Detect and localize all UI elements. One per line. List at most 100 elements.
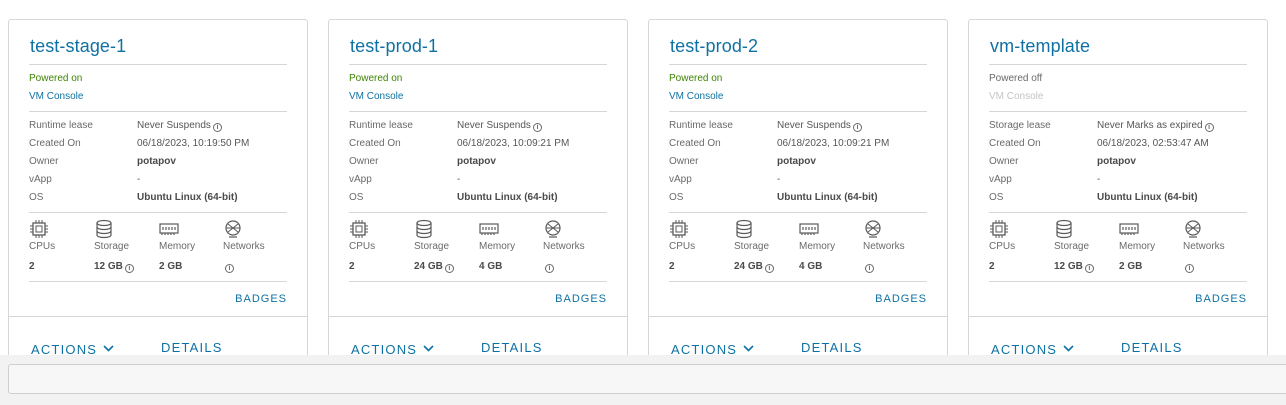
memory-resource: Memory 2 GB <box>159 219 229 272</box>
info-icon[interactable]: i <box>212 123 222 132</box>
os-value: Ubuntu Linux (64-bit) <box>137 192 238 203</box>
lease-value: Never Marks as expired i <box>1097 120 1214 132</box>
power-status: Powered off <box>989 73 1043 84</box>
lease-value: Never Suspends i <box>457 120 542 132</box>
memory-label: Memory <box>159 241 196 252</box>
badges-button[interactable]: BADGES <box>555 293 607 305</box>
memory-value: 4 GB <box>479 261 503 272</box>
vm-name-link[interactable]: vm-template <box>990 36 1090 57</box>
bottom-panel-bar[interactable] <box>8 364 1286 394</box>
cpus-label: CPUs <box>349 241 376 252</box>
badges-button[interactable]: BADGES <box>1195 293 1247 305</box>
info-icon[interactable]: i <box>1204 123 1214 132</box>
storage-label: Storage <box>94 241 130 252</box>
cpus-label: CPUs <box>29 241 56 252</box>
info-icon[interactable]: i <box>764 264 774 273</box>
info-icon[interactable]: i <box>1185 264 1194 273</box>
info-icon[interactable]: i <box>124 264 134 273</box>
database-icon <box>736 219 752 239</box>
vm-name-link[interactable]: test-prod-2 <box>670 36 758 57</box>
owner-label: Owner <box>989 156 1019 167</box>
memory-label: Memory <box>479 241 516 252</box>
info-icon[interactable]: i <box>225 264 234 273</box>
storage-label: Storage <box>734 241 770 252</box>
divider <box>29 281 287 282</box>
actions-dropdown[interactable]: ACTIONS <box>31 340 114 355</box>
vm-console-link[interactable]: VM Console <box>669 91 723 102</box>
chevron-down-icon <box>743 340 754 355</box>
networks-label: Networks <box>223 241 265 252</box>
lease-value: Never Suspends i <box>777 120 862 132</box>
storage-resource: Storage 24 GB i <box>734 219 804 273</box>
owner-label: Owner <box>669 156 699 167</box>
storage-resource: Storage 24 GB i <box>414 219 484 273</box>
divider <box>669 281 927 282</box>
memory-resource: Memory 2 GB <box>1119 219 1189 272</box>
vapp-value: - <box>137 174 141 185</box>
vm-console-link[interactable]: VM Console <box>29 91 83 102</box>
memory-resource: Memory 4 GB <box>479 219 549 272</box>
os-label: OS <box>669 192 684 203</box>
cpus-label: CPUs <box>989 241 1016 252</box>
networks-resource: Networks i <box>1183 219 1253 273</box>
info-icon[interactable]: i <box>852 123 862 132</box>
owner-value: potapov <box>777 156 816 167</box>
vapp-label: vApp <box>29 174 52 185</box>
networks-value: i <box>223 261 234 273</box>
vm-card: vm-template Powered off VM Console Stora… <box>968 19 1268 355</box>
divider <box>29 111 287 112</box>
created-on-label: Created On <box>669 138 721 149</box>
owner-label: Owner <box>349 156 379 167</box>
badges-button[interactable]: BADGES <box>875 293 927 305</box>
actions-label: ACTIONS <box>991 342 1058 355</box>
divider <box>989 281 1247 282</box>
details-button[interactable]: DETAILS <box>481 340 543 355</box>
networks-label: Networks <box>543 241 585 252</box>
created-on-value: 06/18/2023, 02:53:47 AM <box>1097 138 1209 149</box>
actions-dropdown[interactable]: ACTIONS <box>991 340 1074 355</box>
memory-resource: Memory 4 GB <box>799 219 869 272</box>
info-icon[interactable]: i <box>865 264 874 273</box>
lease-label: Runtime lease <box>669 120 733 131</box>
chevron-down-icon <box>103 340 114 355</box>
power-status: Powered on <box>349 73 403 84</box>
divider <box>29 212 287 213</box>
memory-icon <box>479 223 499 235</box>
memory-value: 4 GB <box>799 261 823 272</box>
cpu-icon <box>670 220 688 238</box>
details-button[interactable]: DETAILS <box>161 340 223 355</box>
details-button[interactable]: DETAILS <box>1121 340 1183 355</box>
vapp-value: - <box>1097 174 1101 185</box>
owner-value: potapov <box>457 156 496 167</box>
info-icon[interactable]: i <box>444 264 454 273</box>
created-on-value: 06/18/2023, 10:09:21 PM <box>777 138 890 149</box>
cpus-value: 2 <box>669 261 675 272</box>
storage-value: 12 GB i <box>94 261 134 273</box>
info-icon[interactable]: i <box>545 264 554 273</box>
storage-value: 24 GB i <box>734 261 774 273</box>
networks-resource: Networks i <box>223 219 293 273</box>
divider <box>29 64 287 65</box>
vapp-label: vApp <box>669 174 692 185</box>
network-icon <box>865 220 881 238</box>
vm-name-link[interactable]: test-prod-1 <box>350 36 438 57</box>
cpus-value: 2 <box>989 261 995 272</box>
info-icon[interactable]: i <box>1084 264 1094 273</box>
actions-dropdown[interactable]: ACTIONS <box>671 340 754 355</box>
owner-label: Owner <box>29 156 59 167</box>
actions-dropdown[interactable]: ACTIONS <box>351 340 434 355</box>
badges-button[interactable]: BADGES <box>235 293 287 305</box>
memory-label: Memory <box>799 241 836 252</box>
divider <box>669 212 927 213</box>
vm-console-link[interactable]: VM Console <box>349 91 403 102</box>
storage-resource: Storage 12 GB i <box>94 219 164 273</box>
vm-name-link[interactable]: test-stage-1 <box>30 36 126 57</box>
details-button[interactable]: DETAILS <box>801 340 863 355</box>
cpus-resource: CPUs 2 <box>989 219 1059 272</box>
card-footer-divider <box>9 316 307 317</box>
memory-icon <box>799 223 819 235</box>
storage-resource: Storage 12 GB i <box>1054 219 1124 273</box>
divider <box>349 111 607 112</box>
card-footer-divider <box>969 316 1267 317</box>
info-icon[interactable]: i <box>532 123 542 132</box>
